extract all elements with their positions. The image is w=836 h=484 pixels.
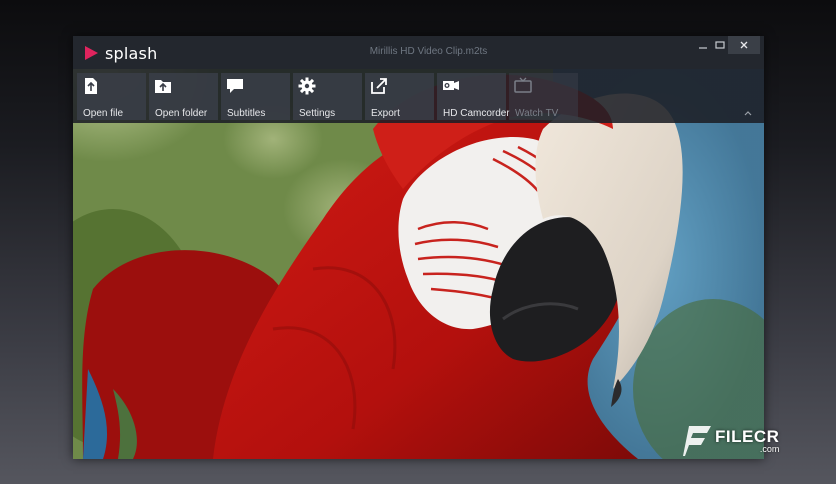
- filecr-logo-icon: [683, 426, 711, 456]
- title-bar[interactable]: splash Mirillis HD Video Clip.m2ts: [73, 36, 764, 69]
- camcorder-icon: [443, 81, 459, 90]
- subtitles-label: Subtitles: [227, 108, 266, 119]
- tv-icon: [514, 77, 532, 93]
- toolbar: Open file Open folder Subtitles Settings…: [73, 69, 764, 123]
- open-file-icon: [85, 78, 97, 94]
- gear-icon: [298, 77, 316, 95]
- settings-button[interactable]: Settings: [293, 73, 362, 120]
- filecr-watermark: FILECR .com: [683, 424, 779, 458]
- open-folder-icon: [155, 80, 171, 93]
- open-folder-label: Open folder: [155, 108, 208, 119]
- parrot-image: [73, 69, 764, 459]
- hd-camcorder-label: HD Camcorder: [443, 108, 510, 119]
- maximize-icon: [715, 41, 725, 49]
- collapse-toolbar-icon[interactable]: [744, 109, 752, 117]
- close-icon: [740, 41, 748, 49]
- minimize-icon: [699, 47, 707, 49]
- subtitles-button[interactable]: Subtitles: [221, 73, 290, 120]
- export-icon: [371, 78, 387, 94]
- player-window: splash Mirillis HD Video Clip.m2ts Open …: [73, 36, 764, 459]
- open-file-label: Open file: [83, 108, 124, 119]
- export-button[interactable]: Export: [365, 73, 434, 120]
- watch-tv-label: Watch TV: [515, 108, 559, 119]
- close-button[interactable]: [728, 36, 760, 54]
- watch-tv-button[interactable]: Watch TV: [509, 73, 578, 120]
- open-folder-button[interactable]: Open folder: [149, 73, 218, 120]
- video-frame[interactable]: [73, 69, 764, 459]
- window-title: Mirillis HD Video Clip.m2ts: [369, 46, 488, 57]
- export-label: Export: [371, 108, 400, 119]
- subtitles-icon: [227, 79, 243, 93]
- maximize-button[interactable]: [712, 36, 728, 54]
- settings-label: Settings: [299, 108, 336, 119]
- minimize-button[interactable]: [694, 36, 712, 54]
- watermark-brand: FILECR: [715, 427, 780, 446]
- hd-camcorder-button[interactable]: HD Camcorder: [437, 73, 510, 120]
- open-file-button[interactable]: Open file: [77, 73, 146, 120]
- watermark-domain: .com: [759, 444, 780, 454]
